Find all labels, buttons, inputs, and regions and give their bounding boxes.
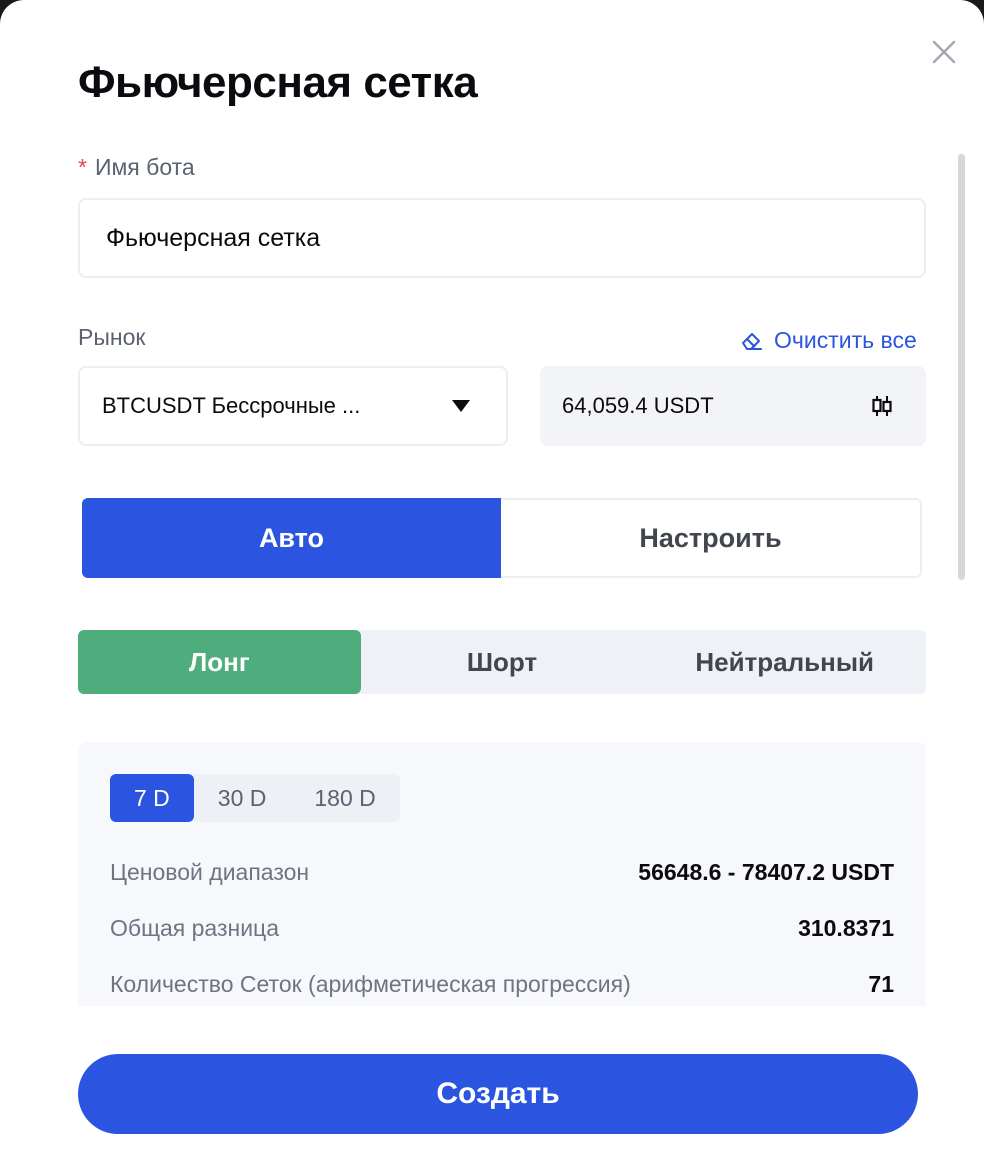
stat-label: Количество Сеток (арифметическая прогрес…	[110, 970, 631, 997]
period-tabs: 7 D 30 D 180 D	[110, 774, 400, 822]
tab-neutral[interactable]: Нейтральный	[643, 630, 926, 694]
tab-auto[interactable]: Авто	[82, 498, 501, 578]
required-mark: *	[78, 154, 87, 180]
stat-row-price-range: Ценовой диапазон 56648.6 - 78407.2 USDT	[110, 854, 894, 890]
tab-30d[interactable]: 30 D	[194, 774, 291, 822]
stat-value: 310.8371	[798, 914, 894, 941]
clear-all-button[interactable]: Очистить все	[740, 324, 917, 356]
futures-grid-modal: Фьючерсная сетка * Имя бота Фьючерсная се…	[0, 0, 984, 1176]
tab-long[interactable]: Лонг	[78, 630, 361, 694]
create-button[interactable]: Создать	[78, 1054, 918, 1134]
close-button[interactable]	[928, 36, 960, 68]
market-selected-value: BTCUSDT Бессрочные ...	[102, 393, 361, 418]
direction-tabs: Лонг Шорт Нейтральный	[78, 630, 926, 694]
stat-value: 56648.6 - 78407.2 USDT	[638, 858, 894, 885]
backtest-panel: 7 D 30 D 180 D Ценовой диапазон 56648.6 …	[78, 742, 926, 1006]
modal-title: Фьючерсная сетка	[78, 58, 478, 107]
tab-short[interactable]: Шорт	[361, 630, 644, 694]
tab-180d[interactable]: 180 D	[290, 774, 399, 822]
stat-row-total-diff: Общая разница 310.8371	[110, 910, 894, 946]
stat-row-grid-count: Количество Сеток (арифметическая прогрес…	[110, 966, 894, 1002]
bot-name-input[interactable]: Фьючерсная сетка	[78, 198, 926, 278]
stat-value: 71	[868, 970, 894, 997]
bot-name-value: Фьючерсная сетка	[106, 223, 321, 252]
market-price: 64,059.4 USDT	[540, 366, 926, 446]
tab-customize[interactable]: Настроить	[501, 498, 922, 578]
scrollbar[interactable]	[958, 154, 965, 580]
caret-down-icon	[452, 400, 470, 412]
market-select[interactable]: BTCUSDT Бессрочные ...	[78, 366, 508, 446]
stat-label: Общая разница	[110, 914, 280, 941]
bot-name-label-text: Имя бота	[94, 154, 195, 180]
bot-name-label: * Имя бота	[78, 154, 195, 181]
tab-7d[interactable]: 7 D	[110, 774, 194, 822]
market-label: Рынок	[78, 324, 146, 350]
eraser-icon	[742, 333, 762, 350]
close-icon	[932, 40, 956, 64]
market-price-value: 64,059.4 USDT	[562, 393, 714, 418]
stat-label: Ценовой диапазон	[110, 858, 310, 885]
candlestick-icon[interactable]	[870, 394, 894, 418]
clear-all-label: Очистить все	[774, 326, 917, 353]
mode-tabs: Авто Настроить	[82, 498, 922, 578]
